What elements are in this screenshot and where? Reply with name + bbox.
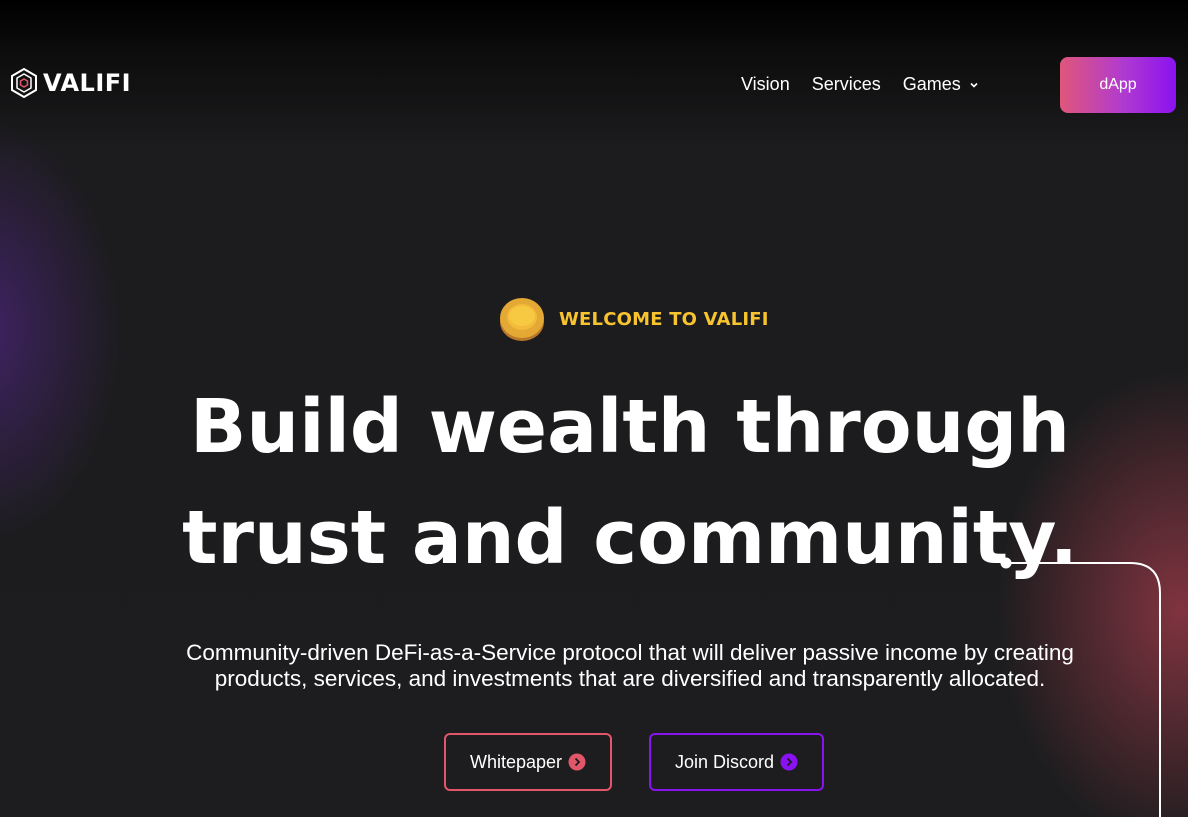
hero-subtitle: Community-driven DeFi-as-a-Service proto… <box>186 640 1074 691</box>
whitepaper-button-label: Whitepaper <box>469 751 563 772</box>
top-navigation: VALIFI Vision Services Games dApp <box>0 0 1188 170</box>
nav-item-games[interactable]: Games <box>903 74 979 95</box>
join-discord-button-label: Join Discord <box>674 751 775 772</box>
whitepaper-button[interactable]: Whitepaper <box>444 733 612 791</box>
welcome-eyebrow: WELCOME TO VALIFI <box>499 296 769 342</box>
coin-icon <box>500 298 544 341</box>
chevron-right-circle-icon <box>780 753 798 771</box>
welcome-text: WELCOME TO VALIFI <box>559 308 769 330</box>
dapp-button[interactable]: dApp <box>1060 57 1176 113</box>
chevron-down-icon <box>970 82 978 88</box>
chevron-right-circle-icon <box>568 753 586 771</box>
hero-headline-line-1: Build wealth through <box>190 384 1070 470</box>
brand-name: VALIFI <box>43 69 132 97</box>
valifi-logo-icon <box>11 68 37 98</box>
page: VALIFI Vision Services Games dApp WELCOM… <box>0 0 1188 817</box>
nav-item-services[interactable]: Services <box>812 74 881 95</box>
nav-item-vision[interactable]: Vision <box>741 74 790 95</box>
main-menu: Vision Services Games <box>741 74 979 95</box>
brand-logo[interactable]: VALIFI <box>10 68 131 98</box>
nav-item-games-label: Games <box>902 74 961 94</box>
join-discord-button[interactable]: Join Discord <box>649 733 824 791</box>
